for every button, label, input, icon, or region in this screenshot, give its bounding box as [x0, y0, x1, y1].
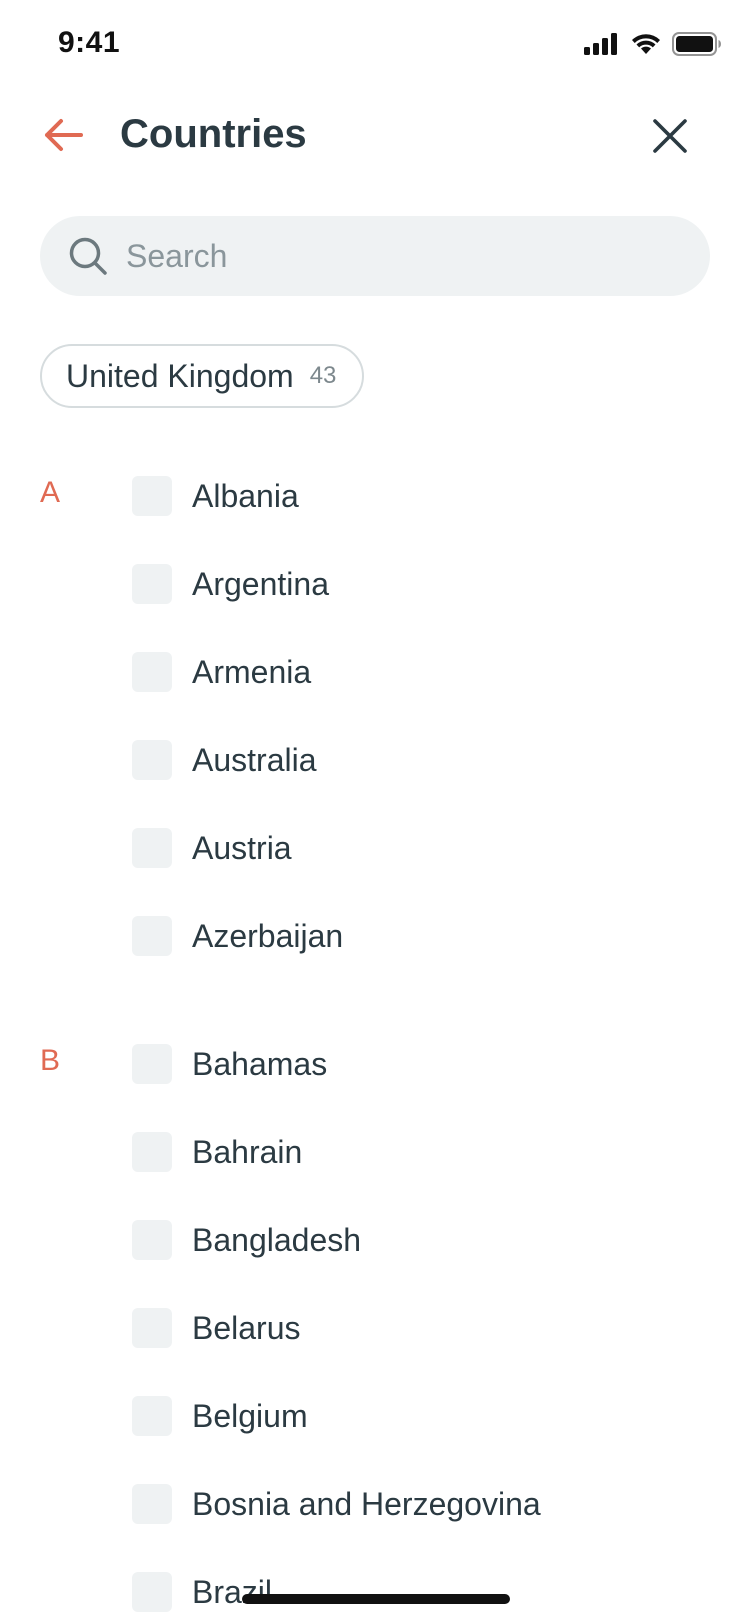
country-label: Bahrain [192, 1133, 303, 1170]
list-item[interactable]: Brazil [0, 1548, 750, 1624]
search-bar[interactable] [40, 216, 710, 296]
list-item[interactable]: Albania [0, 452, 750, 540]
country-label: Australia [192, 741, 317, 778]
home-indicator[interactable] [242, 1594, 510, 1604]
checkbox[interactable] [132, 740, 172, 780]
list-item[interactable]: Belgium [0, 1372, 750, 1460]
country-label: Armenia [192, 653, 312, 690]
checkbox[interactable] [132, 1396, 172, 1436]
checkbox[interactable] [132, 1572, 172, 1612]
status-time: 9:41 [58, 26, 121, 59]
country-label: Albania [192, 477, 299, 514]
chip-count: 43 [309, 362, 337, 389]
checkbox[interactable] [132, 1308, 172, 1348]
list-item[interactable]: Argentina [0, 540, 750, 628]
chip-label: United Kingdom [66, 357, 294, 394]
search-icon [69, 237, 107, 275]
country-label: Bangladesh [192, 1221, 362, 1258]
country-label: Bosnia and Herzegovina [192, 1485, 541, 1522]
list-item[interactable]: Bahrain [0, 1108, 750, 1196]
checkbox[interactable] [132, 1044, 172, 1084]
checkbox[interactable] [132, 564, 172, 604]
country-label: Azerbaijan [192, 917, 344, 954]
list-item[interactable]: Azerbaijan [0, 892, 750, 980]
list-item[interactable]: Bosnia and Herzegovina [0, 1460, 750, 1548]
page-title: Countries [120, 112, 307, 156]
nav-header: Countries [0, 100, 750, 172]
list-item[interactable]: Armenia [0, 628, 750, 716]
checkbox[interactable] [132, 476, 172, 516]
country-label: Argentina [192, 565, 329, 602]
checkbox[interactable] [132, 1132, 172, 1172]
battery-icon [672, 32, 721, 56]
close-icon [653, 119, 687, 153]
checkbox[interactable] [132, 828, 172, 868]
selected-country-chip[interactable]: United Kingdom 43 [40, 344, 365, 408]
country-label: Bahamas [192, 1045, 328, 1082]
list-item[interactable]: Australia [0, 716, 750, 804]
section-b: B Bahamas Bahrain Bangladesh Belarus Bel… [0, 1020, 750, 1624]
checkbox[interactable] [132, 916, 172, 956]
country-label: Belgium [192, 1397, 308, 1434]
cellular-signal-icon [584, 33, 617, 55]
country-label: Austria [192, 829, 292, 866]
wifi-icon [632, 34, 660, 54]
arrow-left-icon [45, 119, 83, 151]
list-item[interactable]: Bahamas [0, 1020, 750, 1108]
country-label: Brazil [192, 1573, 273, 1610]
list-item[interactable]: Belarus [0, 1284, 750, 1372]
status-icons [584, 32, 722, 56]
search-input[interactable] [126, 237, 666, 275]
list-item[interactable]: Austria [0, 804, 750, 892]
checkbox[interactable] [132, 1484, 172, 1524]
country-list: A Albania Argentina Armenia Australia Au… [0, 452, 750, 1624]
countries-screen: 9:41 Countries Search United Kingdom 43 … [0, 0, 750, 1624]
status-bar: 9:41 [0, 0, 750, 92]
back-button[interactable] [38, 110, 88, 160]
close-button[interactable] [646, 112, 694, 160]
checkbox[interactable] [132, 652, 172, 692]
checkbox[interactable] [132, 1220, 172, 1260]
section-a: A Albania Argentina Armenia Australia Au… [0, 452, 750, 980]
section-divider [0, 980, 750, 1020]
list-item[interactable]: Bangladesh [0, 1196, 750, 1284]
country-label: Belarus [192, 1309, 301, 1346]
